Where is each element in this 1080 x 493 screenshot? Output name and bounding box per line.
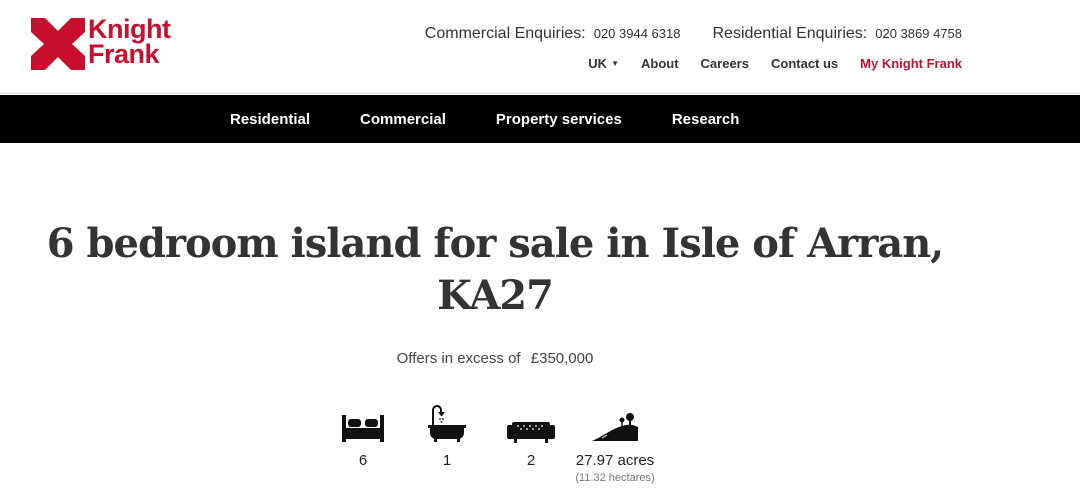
- logo-line-2: Frank: [88, 39, 160, 69]
- bedrooms-count: 6: [358, 452, 368, 469]
- title-line-1: 6 bedroom island for sale in Isle of Arr…: [46, 220, 944, 267]
- price-line: Offers in excess of £350,000: [0, 350, 990, 367]
- commercial-enquiries-label: Commercial Enquiries:: [424, 25, 586, 42]
- nav-research[interactable]: Research: [672, 111, 740, 128]
- land-feature: 27.97 acres (11.32 hectares): [570, 405, 660, 484]
- receptions-feature: 2: [486, 405, 576, 469]
- receptions-count: 2: [526, 452, 536, 469]
- bathrooms-feature: 1: [402, 405, 492, 469]
- enquiries-bar: Commercial Enquiries: 020 3944 6318 Resi…: [425, 25, 962, 43]
- region-selector[interactable]: UK ▼: [588, 56, 619, 71]
- land-icon: [570, 405, 660, 443]
- careers-link[interactable]: Careers: [701, 56, 749, 71]
- land-area: 27.97 acres: [575, 452, 655, 469]
- main-nav: Residential Commercial Property services…: [0, 95, 1080, 143]
- bedrooms-feature: 6: [318, 405, 408, 469]
- nav-residential[interactable]: Residential: [230, 111, 310, 128]
- sofa-icon: [486, 405, 576, 443]
- price-qualifier: Offers in excess of: [396, 350, 521, 367]
- commercial-phone-link[interactable]: 020 3944 6318: [594, 26, 681, 41]
- caret-down-icon: ▼: [611, 59, 619, 68]
- nav-property-services[interactable]: Property services: [496, 111, 622, 128]
- land-area-hectares: (11.32 hectares): [575, 472, 655, 484]
- about-link[interactable]: About: [641, 56, 679, 71]
- bathrooms-count: 1: [442, 452, 452, 469]
- site-header: Knight Frank Commercial Enquiries: 020 3…: [0, 0, 1080, 94]
- my-knight-frank-link[interactable]: My Knight Frank: [860, 56, 962, 71]
- logo-wordmark: Knight Frank: [88, 16, 171, 69]
- nav-commercial[interactable]: Commercial: [360, 111, 446, 128]
- residential-enquiries-label: Residential Enquiries:: [712, 25, 868, 42]
- utility-nav: UK ▼ About Careers Contact us My Knight …: [588, 56, 962, 71]
- contact-link[interactable]: Contact us: [771, 56, 838, 71]
- residential-phone-link[interactable]: 020 3869 4758: [875, 26, 962, 41]
- knight-frank-logo[interactable]: Knight Frank: [31, 16, 176, 72]
- price-value: £350,000: [530, 350, 594, 367]
- page-title: 6 bedroom island for sale in Isle of Arr…: [40, 218, 950, 322]
- bath-icon: [402, 405, 492, 443]
- title-line-2: KA27: [437, 272, 554, 319]
- region-label: UK: [588, 56, 608, 71]
- logo-mark-icon: [31, 18, 85, 70]
- bed-icon: [318, 405, 408, 443]
